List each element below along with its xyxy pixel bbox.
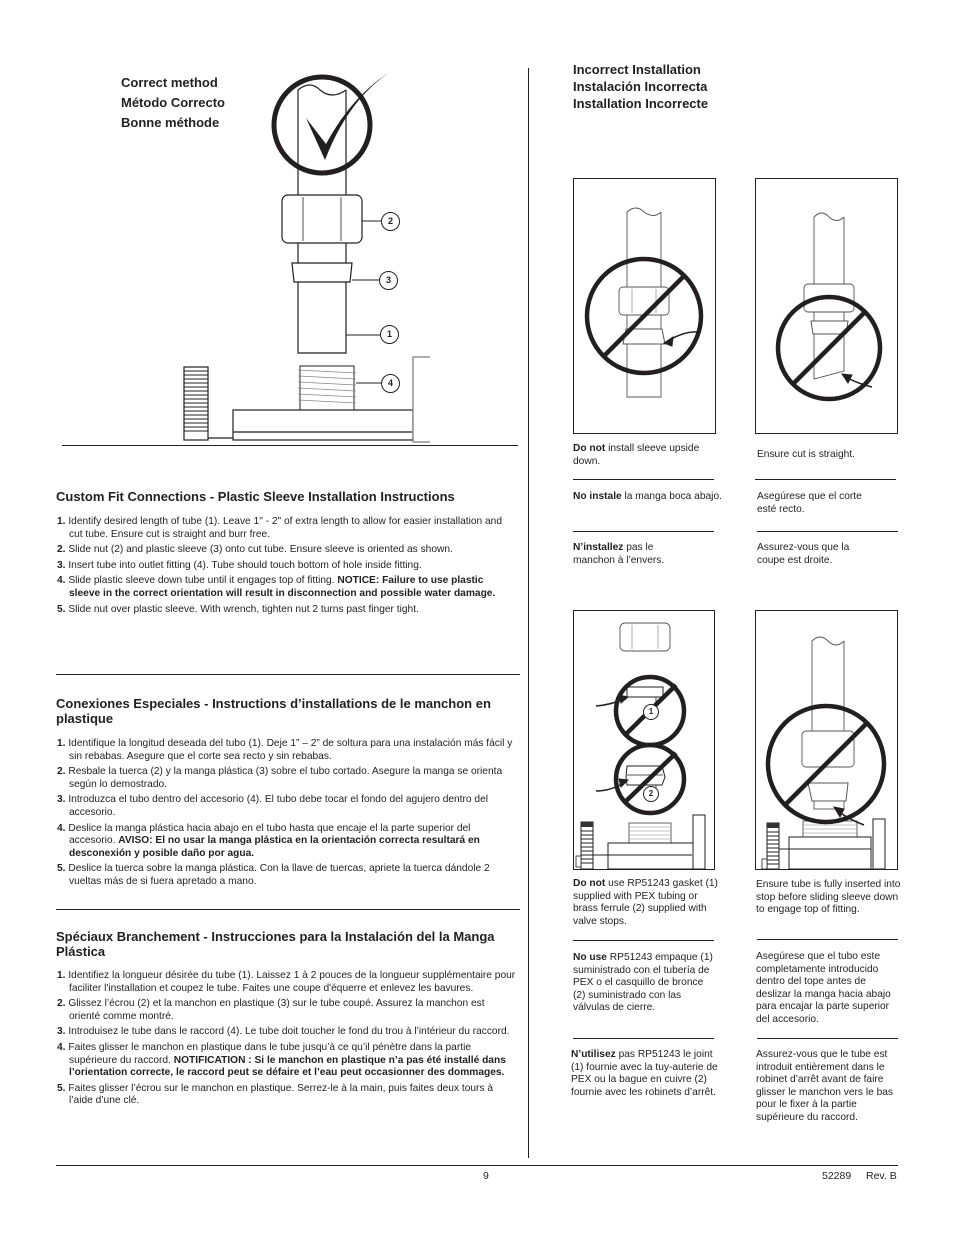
step-item: 1. Identifique la longitud deseada del t… [57,738,513,762]
caption-tube-fr: Assurez-vous que le tube est introduit e… [756,1049,894,1123]
step-item: 3. Introduisez le tube dans le raccord (… [57,1026,510,1038]
step-item: 2. Resbale la tuerca (2) y la manga plás… [57,766,503,790]
caption-cut-fr: Assurez-vous que la coupe est droite. [757,542,850,566]
footer-rule [56,1165,898,1166]
steps-list-fr: 1. Identifiez la longueur désirée du tub… [57,970,517,1111]
aviso-text: AVISO: El no usar la manga plástica en l… [69,835,480,859]
step-item: 2. Glissez l’écrou (2) et la manchon en … [57,998,485,1022]
step-item: 1. Identifiez la longueur désirée du tub… [57,970,516,994]
caption-divider [573,479,714,480]
step-item: 4. Deslice la manga plástica hacia abajo… [57,822,480,859]
step-item: 1. Identify desired length of tube (1). … [57,516,503,540]
document-number: 52289 [822,1170,852,1182]
callout-1: 1 [380,325,399,344]
step-item: 5. Faites glisser l’écrou sur le manchon… [57,1082,494,1107]
column-divider [528,68,529,1158]
caption-tube-en: Ensure tube is fully inserted into stop … [756,879,901,916]
caption-gasket-en: Do not use RP51243 gasket (1) supplied w… [573,878,718,927]
section-divider [62,445,518,446]
step-item: 4. Slide plastic sleeve down tube until … [57,575,496,599]
steps-list-es: 1. Identifique la longitud deseada del t… [57,738,517,892]
sleeve-illustration [291,262,353,283]
caption-divider [755,479,896,480]
incorrect-installation-title: Incorrect Installation Instalación Incor… [573,61,708,112]
panel-gasket-ferrule: 1 2 [573,610,715,870]
caption-divider [757,531,898,532]
caption-divider [757,1038,898,1039]
caption-tube-es: Asegúrese que el tubo este completamente… [756,951,891,1025]
fitting-illustration [297,365,357,411]
section-heading-fr: Spéciaux Branchement - Instrucciones par… [56,929,495,959]
caption-divider [573,1038,714,1039]
caption-sleeve-es: No instale la manga boca abajo. [573,491,722,502]
step-item: 4. Faites glisser le manchon en plastiqu… [57,1041,506,1079]
caption-cut-en: Ensure cut is straight. [757,449,855,460]
step-item: 2. Slide nut (2) and plastic sleeve (3) … [57,544,453,556]
callout-3: 3 [379,271,398,290]
panel-sleeve-upside-down [573,178,716,434]
caption-sleeve-fr: N’installez pas le manchon à l’envers. [573,542,665,566]
page-number: 9 [483,1170,489,1182]
caption-sleeve-en: Do not install sleeve upside down. [573,443,700,467]
steps-list-en: 1. Identify desired length of tube (1). … [57,516,517,619]
panel-tube-inserted [755,610,898,870]
section-divider [56,674,520,675]
section-heading-es: Conexiones Especiales - Instructions d’i… [56,696,491,726]
section-heading-en: Custom Fit Connections - Plastic Sleeve … [56,489,455,504]
checkmark-icon [271,72,390,176]
title-fr: Installation Incorrecte [573,96,709,111]
nut-illustration [281,194,363,244]
caption-cut-es: Asegúrese que el corte esté recto. [757,491,862,515]
step-item: 3. Insert tube into outlet fitting (4). … [57,559,422,571]
callout-gasket: 1 [643,704,659,720]
panel-cut-straight [755,178,898,434]
callout-2: 2 [381,212,400,231]
caption-gasket-fr: N’utilisez pas RP51243 le joint (1) four… [571,1049,718,1098]
callout-4: 4 [381,374,400,393]
caption-divider [573,940,714,941]
section-divider [56,909,520,910]
caption-divider [757,939,898,940]
revision: Rev. B [866,1170,897,1182]
caption-gasket-es: No use RP51243 empaque (1) suministrado … [573,952,713,1014]
title-es: Instalación Incorrecta [573,79,708,94]
step-item: 5. Slide nut over plastic sleeve. With w… [57,603,419,615]
title-en: Incorrect Installation [573,62,701,77]
caption-divider [573,531,714,532]
step-item: 3. Introduzca el tubo dentro del accesor… [57,794,489,818]
callout-ferrule: 2 [643,786,659,802]
step-item: 5. Deslice la tuerca sobre la manga plás… [57,863,490,887]
